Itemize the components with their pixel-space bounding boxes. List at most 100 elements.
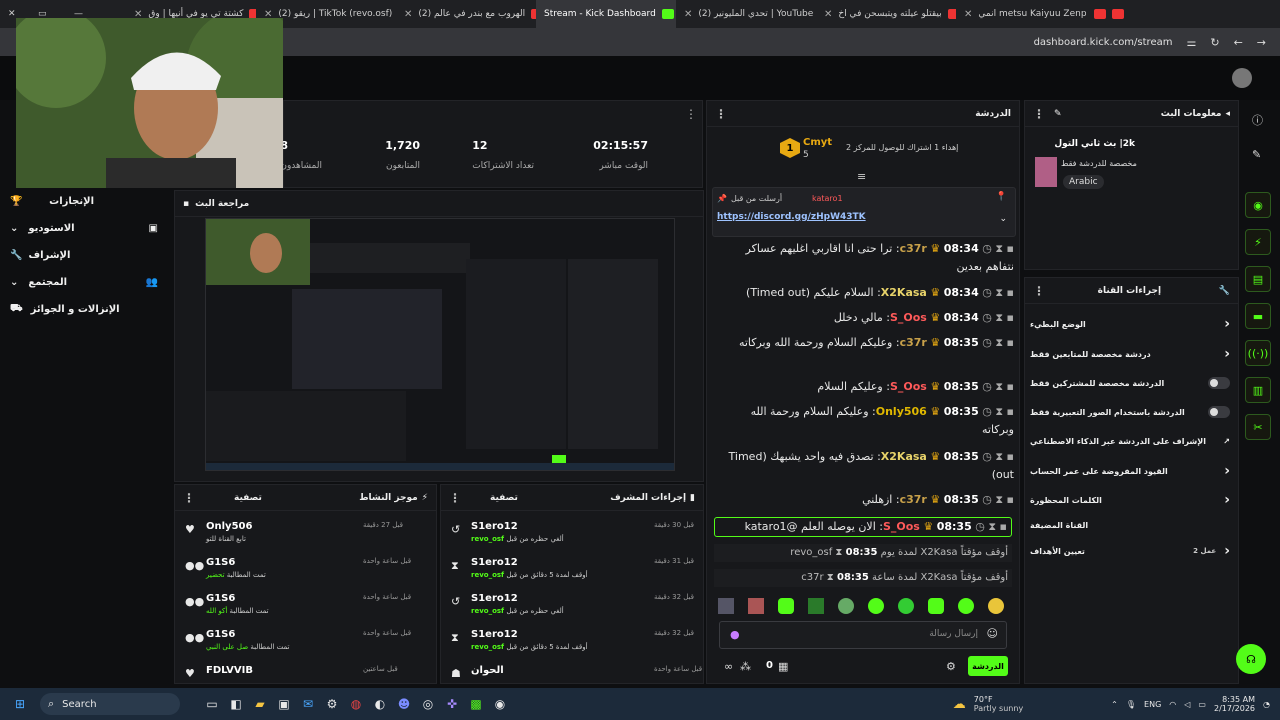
layout-icon[interactable]: ▥ bbox=[1245, 377, 1271, 403]
pinned-link[interactable]: https://discord.gg/zHpW43TK bbox=[717, 212, 866, 222]
settings-icon[interactable]: ⚙ bbox=[320, 693, 344, 715]
emote[interactable] bbox=[898, 598, 914, 614]
chrome-icon[interactable]: ◍ bbox=[344, 693, 368, 715]
modlog-row-user[interactable]: S1ero12 bbox=[471, 521, 518, 532]
sidebar-item-studio[interactable]: ⌄ الاستوديو ▣ bbox=[0, 215, 172, 242]
sidebar-item-achievements[interactable]: 🏆 الإنجازات bbox=[0, 188, 172, 215]
modlog-filter[interactable]: تصفية bbox=[490, 493, 518, 503]
mail-icon[interactable]: ✉ bbox=[296, 693, 320, 715]
toggle-switch[interactable] bbox=[1208, 406, 1230, 418]
channel-action-6[interactable]: القيود المفروضة على عمر الحساب › bbox=[1030, 461, 1230, 481]
stream-preview-video[interactable] bbox=[205, 218, 675, 471]
site-settings-icon[interactable]: ⚌ bbox=[1186, 36, 1196, 49]
info-menu-icon[interactable]: ⋮ bbox=[1033, 107, 1045, 121]
lightning-icon[interactable]: ⚡ bbox=[1245, 229, 1271, 255]
emote[interactable] bbox=[718, 598, 734, 614]
channel-action-4[interactable]: الدردشة باستخدام الصور التعبيرية فقط bbox=[1030, 402, 1230, 422]
url-text[interactable]: dashboard.kick.com/stream bbox=[1034, 37, 1173, 48]
emote[interactable] bbox=[748, 598, 764, 614]
weather-widget[interactable]: 70°F Partly sunny bbox=[974, 695, 1023, 713]
channel-action-8[interactable]: القناة المضيفة bbox=[1030, 515, 1230, 535]
channel-action-2[interactable]: دردشة مخصصة للمتابعين فقط › bbox=[1030, 344, 1230, 364]
channel-action-7[interactable]: الكلمات المحظورة › bbox=[1030, 490, 1230, 510]
channel-action-1[interactable]: الوضع البطيء › bbox=[1030, 314, 1230, 334]
actions-menu-icon[interactable]: ⋮ bbox=[1033, 284, 1045, 298]
tray-chevron-icon[interactable]: ⌃ bbox=[1111, 700, 1118, 709]
chat-message-actions-icon[interactable]: ▪ ⧗ ◷ bbox=[979, 405, 1014, 418]
stats-menu-icon[interactable]: ⋮ bbox=[685, 107, 697, 121]
chat-message-user[interactable]: c37r bbox=[900, 242, 927, 255]
kick-icon[interactable]: ▩ bbox=[464, 693, 488, 715]
chat-message-user[interactable]: c37r bbox=[900, 336, 927, 349]
channel-action-3[interactable]: الدردشة مخصصة للمشتركين فقط bbox=[1030, 373, 1230, 393]
sidebar-item-moderation[interactable]: 🔧 الإشراف bbox=[0, 242, 172, 269]
chat-message-actions-icon[interactable]: ▪ ⧗ ◷ bbox=[979, 493, 1014, 506]
sidebar-item-drops[interactable]: ⛟ الإنزالات و الجوائز bbox=[0, 296, 172, 323]
tab-5[interactable]: ✕ (2) تحدي المليونير | YouTube bbox=[676, 0, 816, 28]
category-name[interactable]: مخصصة للدردشة فقط bbox=[1061, 159, 1137, 168]
wrench-icon[interactable]: ✂ bbox=[1245, 414, 1271, 440]
folder-icon[interactable]: ▰ bbox=[248, 693, 272, 715]
notification-icon[interactable]: ◔ bbox=[1263, 700, 1270, 709]
chat-message-user[interactable]: X2Kasa bbox=[881, 450, 927, 463]
pinned-user[interactable]: kataro1 bbox=[812, 194, 843, 203]
modlog-row-user[interactable]: الحوان bbox=[471, 665, 504, 676]
emote[interactable] bbox=[988, 598, 1004, 614]
chat-message-actions-icon[interactable]: ▪ ⧗ ◷ bbox=[972, 520, 1007, 533]
store-icon[interactable]: ▣ bbox=[272, 693, 296, 715]
info-circle-icon[interactable]: ⓘ bbox=[1252, 112, 1263, 128]
help-button[interactable]: ☊ bbox=[1236, 644, 1266, 674]
chat-input[interactable]: ● إرسال رسالة ☺ bbox=[719, 621, 1007, 649]
feed-row-user[interactable]: G1S6 bbox=[206, 629, 235, 640]
channel-action-5[interactable]: الإشراف على الدردشة عبر الذكاء الاصطناعي… bbox=[1030, 431, 1230, 451]
modlog-row-user[interactable]: S1ero12 bbox=[471, 629, 518, 640]
tab-3[interactable]: ✕ (2) الهروب مع بندر في عالم bbox=[396, 0, 536, 28]
clock[interactable]: 8:35 AM 2/17/2026 bbox=[1214, 695, 1255, 713]
toggle-switch[interactable] bbox=[1208, 377, 1230, 389]
reload-icon[interactable]: ↻ bbox=[1210, 36, 1219, 49]
tab-6[interactable]: ✕ بيقتلو عيلته ويتبسحن في اخ bbox=[816, 0, 956, 28]
tab-7[interactable]: ✕انمي metsu Kaiyuu Zenpen bbox=[956, 0, 1086, 28]
app-icon[interactable]: ◧ bbox=[224, 693, 248, 715]
chat-send-button[interactable]: الدردشة bbox=[968, 656, 1008, 676]
modlog-row-user[interactable]: S1ero12 bbox=[471, 593, 518, 604]
tab-8[interactable] bbox=[1086, 0, 1146, 28]
avatar[interactable] bbox=[1232, 68, 1252, 88]
gift-icon[interactable]: ▦ bbox=[778, 660, 788, 673]
taskbar-search[interactable]: ⌕ Search bbox=[40, 693, 180, 715]
collapse-icon[interactable]: ≡ bbox=[857, 170, 866, 183]
chevron-down-icon[interactable]: ⌄ bbox=[999, 214, 1007, 224]
chat-message-actions-icon[interactable]: ▪ ⧗ ◷ bbox=[979, 450, 1014, 463]
mic-icon[interactable]: 🎙 bbox=[1126, 700, 1136, 709]
pencil-icon[interactable]: ✎ bbox=[1252, 148, 1261, 161]
mic-icon[interactable]: ● bbox=[730, 628, 740, 641]
broadcast-icon[interactable]: ((·)) bbox=[1245, 340, 1271, 366]
wifi-icon[interactable]: ◠ bbox=[1169, 700, 1176, 709]
chat-message-actions-icon[interactable]: ▪ ⧗ ◷ bbox=[979, 336, 1014, 349]
language-indicator[interactable]: ENG bbox=[1144, 700, 1161, 709]
emoji-icon[interactable]: ☺ bbox=[987, 627, 998, 640]
volume-icon[interactable]: ◁ bbox=[1184, 700, 1190, 709]
camera-icon[interactable]: ◉ bbox=[1245, 192, 1271, 218]
chat-bubble-icon[interactable]: ▬ bbox=[1245, 303, 1271, 329]
leader-name[interactable]: Cmyt bbox=[803, 137, 832, 148]
chat-message-actions-icon[interactable]: ▪ ⧗ ◷ bbox=[979, 380, 1014, 393]
obs-icon[interactable]: ◎ bbox=[416, 693, 440, 715]
feed-filter[interactable]: تصفية bbox=[234, 493, 262, 503]
chat-message-actions-icon[interactable]: ▪ ⧗ ◷ bbox=[979, 311, 1014, 324]
feed-row-user[interactable]: G1S6 bbox=[206, 557, 235, 568]
emote[interactable] bbox=[808, 598, 824, 614]
modlog-menu-icon[interactable]: ⋮ bbox=[449, 491, 461, 505]
feed-menu-icon[interactable]: ⋮ bbox=[183, 491, 195, 505]
chat-settings-icon[interactable]: ⚙ bbox=[946, 660, 956, 673]
chat-message-user[interactable]: S_Oos bbox=[890, 380, 927, 393]
chat-message-user[interactable]: X2Kasa bbox=[881, 286, 927, 299]
back-icon[interactable]: ← bbox=[1234, 36, 1243, 49]
feed-row-user[interactable]: FDLVVIB bbox=[206, 665, 253, 676]
gamepad-icon[interactable]: ✜ bbox=[440, 693, 464, 715]
task-view-icon[interactable]: ▭ bbox=[200, 693, 224, 715]
steam-icon[interactable]: ◐ bbox=[368, 693, 392, 715]
battery-icon[interactable]: ▭ bbox=[1198, 700, 1206, 709]
chat-message-user[interactable]: Only506 bbox=[876, 405, 927, 418]
edit-icon[interactable]: ✎ bbox=[1054, 109, 1062, 119]
